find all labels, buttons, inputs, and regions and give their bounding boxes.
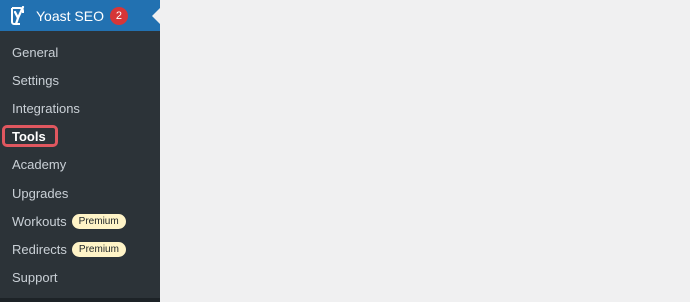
submenu-item-label: Redirects — [12, 241, 67, 257]
submenu-item-label: General — [12, 44, 59, 60]
yoast-seo-menu[interactable]: Yoast SEO 2 — [0, 0, 160, 31]
current-menu-pointer — [152, 8, 160, 24]
submenu-item-label: Settings — [12, 72, 59, 88]
admin-sidebar: Yoast SEO 2 General Settings Integration… — [0, 0, 160, 302]
submenu-item-upgrades[interactable]: Upgrades — [0, 179, 160, 207]
submenu-item-support[interactable]: Support — [0, 264, 160, 292]
notification-count-badge: 2 — [109, 6, 128, 25]
submenu-item-workouts[interactable]: Workouts Premium — [0, 207, 160, 235]
submenu-item-label: Upgrades — [12, 185, 69, 201]
yoast-submenu: General Settings Integrations Tools Acad… — [0, 38, 160, 292]
yoast-icon — [8, 5, 28, 26]
submenu-item-label: Workouts — [12, 213, 67, 229]
submenu-item-label: Integrations — [12, 100, 80, 116]
submenu-item-integrations[interactable]: Integrations — [0, 94, 160, 122]
premium-badge: Premium — [71, 213, 126, 229]
menu-divider — [0, 298, 160, 302]
premium-badge: Premium — [71, 241, 126, 257]
menu-title: Yoast SEO — [36, 7, 104, 24]
submenu-item-tools[interactable]: Tools — [0, 123, 160, 151]
main-content-area — [160, 0, 690, 302]
submenu-item-label: Tools — [12, 129, 46, 145]
submenu-item-label: Support — [12, 270, 58, 286]
submenu-item-general[interactable]: General — [0, 38, 160, 66]
submenu-item-academy[interactable]: Academy — [0, 151, 160, 179]
submenu-item-redirects[interactable]: Redirects Premium — [0, 235, 160, 263]
submenu-item-label: Academy — [12, 157, 67, 173]
submenu-item-settings[interactable]: Settings — [0, 66, 160, 94]
